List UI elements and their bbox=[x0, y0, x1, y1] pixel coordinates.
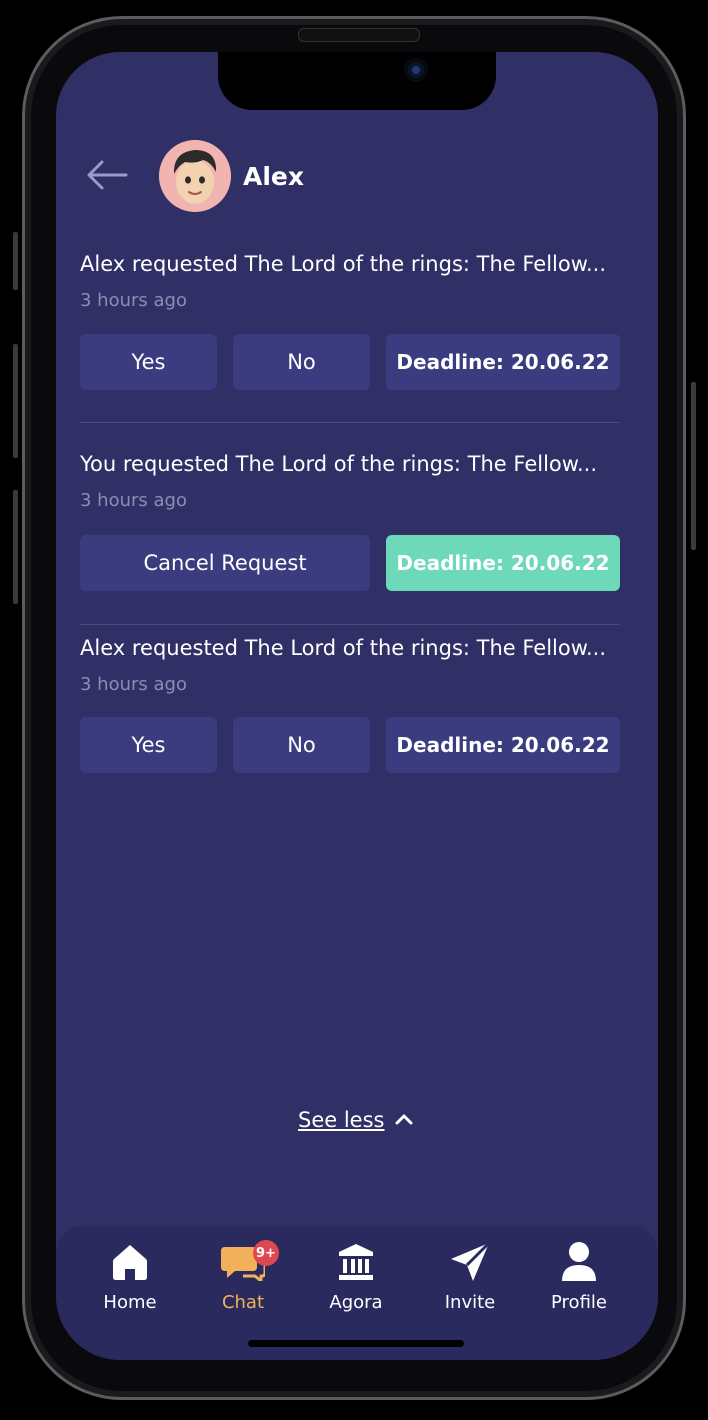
see-less-link[interactable]: See less bbox=[298, 1108, 414, 1132]
nav-label: Profile bbox=[551, 1292, 607, 1313]
yes-button[interactable]: Yes bbox=[80, 334, 217, 390]
request-text: Alex requested The Lord of the rings: Th… bbox=[80, 252, 607, 276]
deadline-badge: Deadline: 20.06.22 bbox=[386, 334, 620, 390]
divider bbox=[80, 624, 620, 625]
cancel-request-button[interactable]: Cancel Request bbox=[80, 535, 370, 591]
no-button[interactable]: No bbox=[233, 334, 370, 390]
no-button[interactable]: No bbox=[233, 717, 370, 773]
nav-item-chat[interactable]: 9+ Chat bbox=[193, 1240, 293, 1313]
volume-down-button bbox=[13, 490, 18, 604]
nav-item-home[interactable]: Home bbox=[80, 1240, 180, 1313]
request-text: You requested The Lord of the rings: The… bbox=[80, 452, 598, 476]
request-card: Alex requested The Lord of the rings: Th… bbox=[80, 252, 620, 311]
camera-icon bbox=[404, 58, 428, 82]
home-indicator[interactable] bbox=[248, 1340, 464, 1347]
notification-badge: 9+ bbox=[253, 1240, 279, 1266]
request-timestamp: 3 hours ago bbox=[80, 490, 187, 511]
user-icon bbox=[529, 1240, 629, 1284]
nav-label: Agora bbox=[329, 1292, 383, 1313]
speaker-grille bbox=[298, 28, 420, 42]
see-less-label: See less bbox=[298, 1108, 385, 1132]
volume-up-button bbox=[13, 344, 18, 458]
request-card: Alex requested The Lord of the rings: Th… bbox=[80, 636, 620, 695]
divider bbox=[80, 422, 620, 423]
nav-label: Home bbox=[103, 1292, 157, 1313]
power-button bbox=[691, 382, 696, 550]
send-icon bbox=[420, 1240, 520, 1284]
back-arrow-icon[interactable] bbox=[84, 158, 130, 192]
silent-switch bbox=[13, 232, 18, 290]
nav-item-profile[interactable]: Profile bbox=[529, 1240, 629, 1313]
deadline-badge: Deadline: 20.06.22 bbox=[386, 535, 620, 591]
home-icon bbox=[80, 1240, 180, 1284]
nav-label: Chat bbox=[221, 1292, 265, 1313]
deadline-badge: Deadline: 20.06.22 bbox=[386, 717, 620, 773]
chevron-up-icon bbox=[394, 1111, 414, 1130]
screen: Alex Alex requested The Lord of the ring… bbox=[56, 52, 658, 1360]
request-card: You requested The Lord of the rings: The… bbox=[80, 452, 620, 511]
request-timestamp: 3 hours ago bbox=[80, 290, 187, 311]
notch bbox=[218, 52, 496, 110]
contact-name: Alex bbox=[243, 162, 304, 191]
yes-button[interactable]: Yes bbox=[80, 717, 217, 773]
chat-header: Alex bbox=[56, 140, 658, 216]
avatar[interactable] bbox=[159, 140, 231, 212]
request-timestamp: 3 hours ago bbox=[80, 674, 187, 695]
bank-icon bbox=[306, 1240, 406, 1284]
nav-item-invite[interactable]: Invite bbox=[420, 1240, 520, 1313]
nav-item-agora[interactable]: Agora bbox=[306, 1240, 406, 1313]
request-text: Alex requested The Lord of the rings: Th… bbox=[80, 636, 607, 660]
chat-icon: 9+ bbox=[193, 1240, 293, 1284]
nav-label: Invite bbox=[444, 1292, 496, 1313]
